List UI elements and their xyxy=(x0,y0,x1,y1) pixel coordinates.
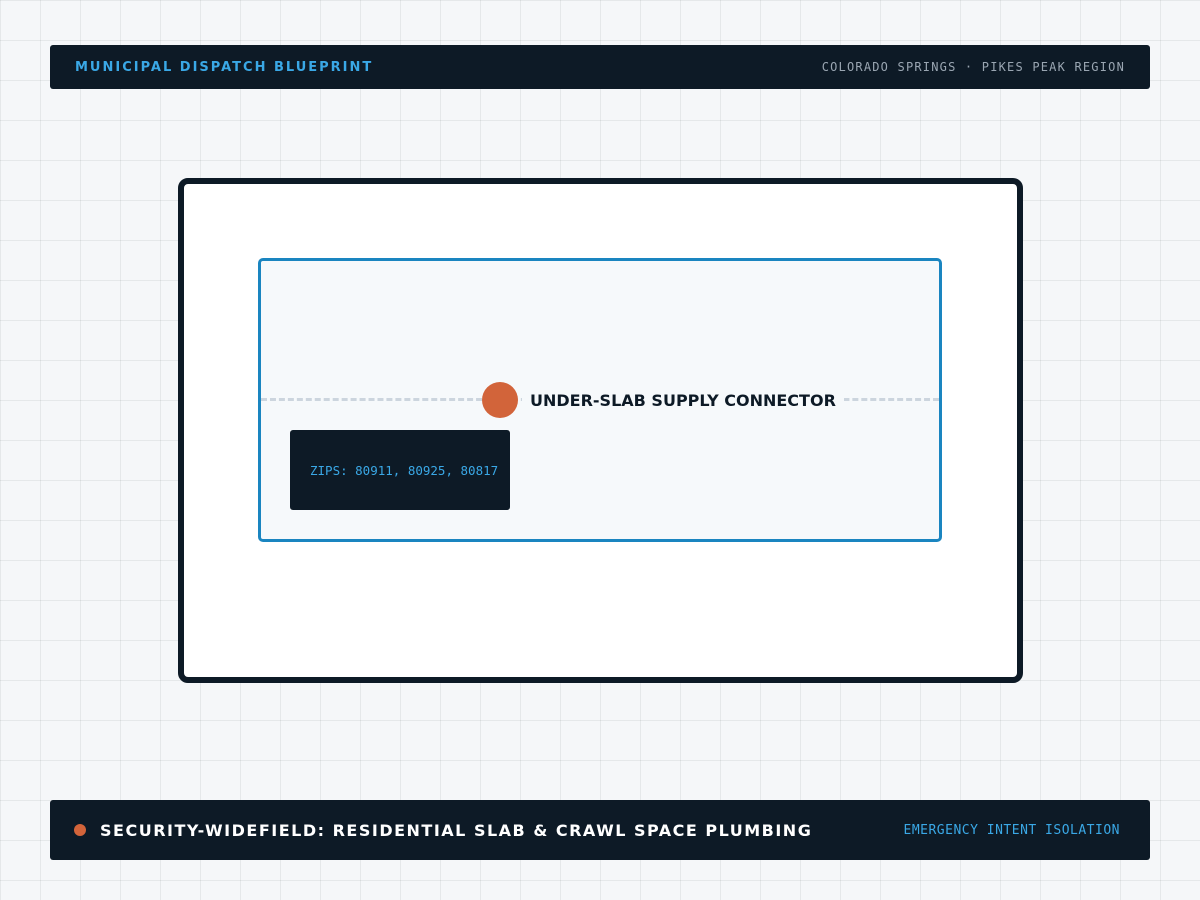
intent-label: EMERGENCY INTENT ISOLATION xyxy=(903,822,1120,838)
location-group: SECURITY-WIDEFIELD: RESIDENTIAL SLAB & C… xyxy=(74,821,812,840)
location-title: SECURITY-WIDEFIELD: RESIDENTIAL SLAB & C… xyxy=(100,820,813,840)
footer-bar: SECURITY-WIDEFIELD: RESIDENTIAL SLAB & C… xyxy=(50,800,1150,860)
zip-codes-text: ZIPS: 80911, 80925, 80817 xyxy=(310,462,499,478)
page-title: MUNICIPAL DISPATCH BLUEPRINT xyxy=(75,59,374,75)
zip-code-box: ZIPS: 80911, 80925, 80817 xyxy=(290,430,510,510)
status-dot-icon xyxy=(74,824,86,836)
connector-label: UNDER-SLAB SUPPLY CONNECTOR xyxy=(522,389,844,413)
header-bar: MUNICIPAL DISPATCH BLUEPRINT COLORADO SP… xyxy=(50,45,1150,89)
region-label: COLORADO SPRINGS · PIKES PEAK REGION xyxy=(821,60,1125,74)
connector-node[interactable] xyxy=(482,382,518,418)
